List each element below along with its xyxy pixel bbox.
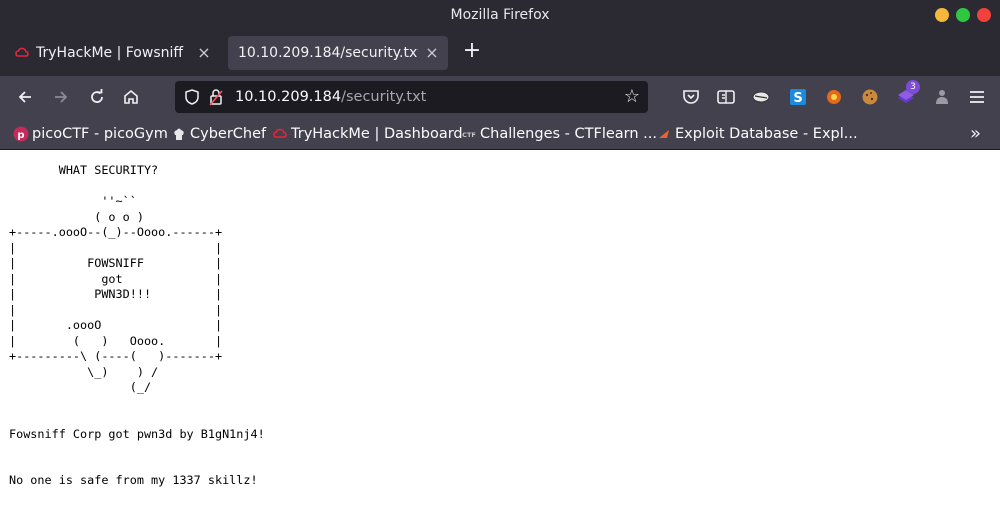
maximize-button[interactable] bbox=[956, 8, 970, 22]
extension-s-icon[interactable]: S bbox=[787, 86, 809, 108]
svg-text:S: S bbox=[793, 91, 802, 106]
home-icon bbox=[124, 89, 138, 104]
extension-icon[interactable] bbox=[823, 86, 845, 108]
tryhackme-icon bbox=[273, 128, 287, 138]
tab-label: TryHackMe | Fowsniff CTF bbox=[36, 45, 186, 61]
back-button[interactable] bbox=[12, 84, 38, 110]
new-tab-button[interactable]: + bbox=[460, 36, 484, 66]
arrow-left-icon bbox=[18, 91, 31, 103]
bookmark-label: Exploit Database - Expl... bbox=[675, 126, 858, 142]
url-text[interactable]: 10.10.209.184/security.txt bbox=[235, 81, 426, 113]
page-content: WHAT SECURITY? ''~`` ( o o ) +-----.oooO… bbox=[0, 151, 1000, 508]
reload-icon bbox=[91, 89, 103, 103]
home-button[interactable] bbox=[118, 84, 144, 110]
bookmarks-toolbar: p picoCTF - picoGym CyberChef TryHackMe … bbox=[0, 118, 1000, 150]
url-host: 10.10.209.184 bbox=[235, 89, 342, 105]
bookmark-label: TryHackMe | Dashboard bbox=[291, 126, 463, 142]
bookmark-star-icon[interactable]: ☆ bbox=[624, 81, 640, 113]
reader-view-icon[interactable] bbox=[715, 86, 737, 108]
tab-label: 10.10.209.184/security.txt bbox=[238, 45, 418, 61]
url-path: /security.txt bbox=[341, 89, 427, 105]
forward-button[interactable] bbox=[48, 84, 74, 110]
window-title: Mozilla Firefox bbox=[450, 7, 550, 23]
cookie-icon[interactable] bbox=[859, 86, 881, 108]
window-titlebar: Mozilla Firefox bbox=[0, 0, 1000, 30]
picoctf-icon: p bbox=[13, 126, 29, 142]
svg-text:CTF: CTF bbox=[462, 131, 476, 139]
bookmark-label: Challenges - CTFlearn ... bbox=[480, 126, 657, 142]
pocket-icon[interactable] bbox=[680, 86, 702, 108]
extension-icon[interactable] bbox=[931, 86, 953, 108]
shield-icon[interactable] bbox=[183, 88, 201, 106]
extension-badge: 3 bbox=[906, 80, 920, 94]
arrow-right-icon bbox=[55, 91, 68, 103]
security-txt-text: WHAT SECURITY? ''~`` ( o o ) +-----.oooO… bbox=[9, 163, 265, 487]
navigation-toolbar: 10.10.209.184/security.txt ☆ S 3 bbox=[0, 76, 1000, 118]
reload-button[interactable] bbox=[84, 84, 110, 110]
tab-bar: TryHackMe | Fowsniff CTF × 10.10.209.184… bbox=[0, 30, 1000, 76]
insecure-lock-icon[interactable] bbox=[209, 88, 223, 106]
bookmark-label: CyberChef bbox=[190, 126, 267, 142]
bookmarks-overflow-icon[interactable]: » bbox=[970, 118, 981, 150]
tab-security-txt[interactable]: 10.10.209.184/security.txt × bbox=[228, 36, 448, 70]
exploitdb-icon bbox=[659, 130, 669, 138]
tryhackme-icon bbox=[15, 47, 29, 57]
svg-text:p: p bbox=[17, 130, 24, 141]
tab-tryhackme-fowsniff[interactable]: TryHackMe | Fowsniff CTF × bbox=[6, 36, 220, 70]
close-window-button[interactable] bbox=[977, 8, 991, 22]
ctflearn-icon: CTF bbox=[462, 131, 476, 139]
address-bar[interactable]: 10.10.209.184/security.txt ☆ bbox=[175, 81, 648, 113]
close-tab-icon[interactable]: × bbox=[424, 36, 440, 70]
hamburger-menu-icon[interactable] bbox=[966, 86, 988, 108]
close-tab-icon[interactable]: × bbox=[196, 36, 212, 70]
cyberchef-icon bbox=[174, 128, 184, 140]
minimize-button[interactable] bbox=[935, 8, 949, 22]
bookmark-label: picoCTF - picoGym bbox=[32, 126, 168, 142]
extension-icon[interactable] bbox=[750, 86, 772, 108]
